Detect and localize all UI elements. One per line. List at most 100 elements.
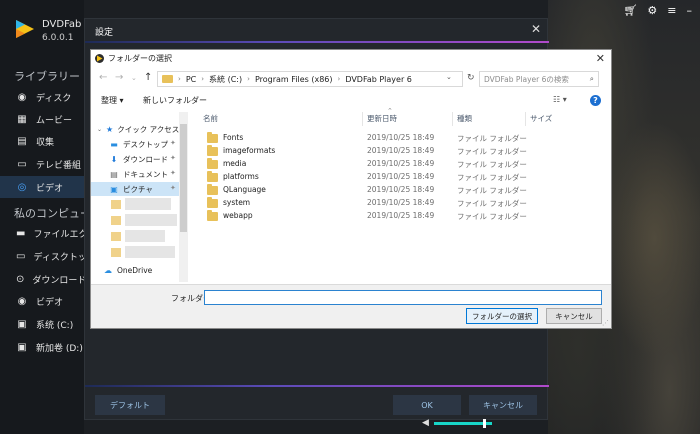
select-folder-button[interactable]: フォルダーの選択 [466,308,538,324]
nav-item-drive-d[interactable]: ▣ 新加卷 (D:) [0,336,84,358]
list-item[interactable]: media 2019/10/25 18:49 ファイル フォルダー [199,158,619,171]
movie-icon: ▦ [17,113,27,125]
document-icon: ▤ [110,169,118,179]
tree-item-onedrive[interactable]: ☁ OneDrive [91,263,179,277]
tree-item-desktop[interactable]: ▬ デスクトップ [91,137,179,151]
list-item[interactable]: webapp 2019/10/25 18:49 ファイル フォルダー [199,210,619,223]
nav-item-video[interactable]: ◎ ビデオ [0,176,84,198]
nav-item-label: 新加卷 (D:) [36,343,83,354]
item-type: ファイル フォルダー [457,212,527,221]
back-arrow-icon[interactable]: ← [99,72,107,83]
tree-item-quick-access[interactable]: ⌄ ★ クイック アクセス [91,122,179,136]
default-button[interactable]: デフォルト [95,395,165,415]
column-size[interactable]: サイズ [530,113,552,124]
volume-handle[interactable] [483,419,486,428]
organize-label: 整理 [101,96,117,105]
redacted-item [125,246,175,258]
nav-item-download[interactable]: ⊙ ダウンロード [0,268,86,290]
address-bar[interactable]: › PC › 系統 (C:) › Program Files (x86) › D… [157,71,463,87]
header-divider [85,41,549,43]
item-type: ファイル フォルダー [457,160,527,169]
nav-item-label: ディスク [36,93,72,104]
nav-item-drive-c[interactable]: ▣ 系统 (C:) [0,313,84,335]
nav-item-file-explorer[interactable]: ▬ ファイルエクスプ [0,222,105,244]
column-divider[interactable] [525,112,526,126]
list-item[interactable]: QLanguage 2019/10/25 18:49 ファイル フォルダー [199,184,619,197]
column-date[interactable]: 更新日時 [367,113,397,124]
volume-icon[interactable]: ◀︎ [422,418,429,428]
folder-icon [111,200,121,209]
ok-button[interactable]: OK [393,395,461,415]
tree-item-label: ピクチャ [123,184,153,194]
cancel-button[interactable]: キャンセル [546,308,602,324]
forward-arrow-icon[interactable]: → [115,72,123,83]
nav-item-tv[interactable]: ▭ テレビ番組 [0,153,84,175]
minimize-icon[interactable]: – [687,4,693,17]
dialog-titlebar: フォルダーの選択 [95,53,172,64]
toolbar: 整理 ▾ 新しいフォルダー ☷ ▾ ? [91,92,611,110]
tree-item-downloads[interactable]: ⬇ ダウンロード [91,152,179,166]
app-icon [95,54,104,63]
list-item[interactable]: system 2019/10/25 18:49 ファイル フォルダー [199,197,619,210]
settings-cancel-button[interactable]: キャンセル [469,395,537,415]
breadcrumb-item[interactable]: DVDFab Player 6 [345,75,412,84]
search-input[interactable]: DVDFab Player 6の検索 ⌕ [479,71,599,87]
organize-button[interactable]: 整理 ▾ [101,95,124,106]
cart-icon[interactable]: 🛒︎ [623,4,637,17]
item-type: ファイル フォルダー [457,147,527,156]
item-date: 2019/10/25 18:49 [367,133,435,142]
resize-grip-icon[interactable]: ⋰ [602,319,609,327]
breadcrumb-item[interactable]: 系統 (C:) [209,74,242,85]
nav-item-desktop[interactable]: ▭ ディスクトップ [0,245,96,267]
refresh-icon[interactable]: ↻ [467,73,475,83]
pictures-icon: ▣ [110,184,118,194]
list-item[interactable]: platforms 2019/10/25 18:49 ファイル フォルダー [199,171,619,184]
nav-item-video-folder[interactable]: ◉ ビデオ [0,290,84,312]
column-type[interactable]: 種類 [457,113,472,124]
nav-item-movie[interactable]: ▦ ムービー [0,108,84,130]
item-date: 2019/10/25 18:49 [367,146,435,155]
search-placeholder: DVDFab Player 6の検索 [484,74,569,84]
nav-item-collection[interactable]: ▤ 収集 [0,130,84,152]
column-divider[interactable] [362,112,363,126]
folder-icon [207,132,218,143]
help-icon[interactable]: ? [590,95,601,106]
desktop-icon: ▭ [16,250,26,262]
new-folder-button[interactable]: 新しいフォルダー [143,95,207,106]
item-type: ファイル フォルダー [457,199,527,208]
menu-icon[interactable]: ≡ [667,4,676,17]
recent-dropdown-icon[interactable]: ⌄ [131,74,137,82]
list-item[interactable]: imageformats 2019/10/25 18:49 ファイル フォルダー [199,145,619,158]
breadcrumb-separator: › [337,75,341,83]
cloud-icon: ☁ [104,265,112,275]
tree-scrollbar[interactable] [179,112,188,282]
close-icon[interactable]: ✕ [531,22,541,36]
folder-icon [162,75,173,83]
address-dropdown-icon[interactable]: ⌄ [446,73,452,81]
folder-icon [207,145,218,156]
column-divider[interactable] [452,112,453,126]
breadcrumb-item[interactable]: Program Files (x86) [255,75,333,84]
dvdfab-logo [14,18,36,40]
tree-item-documents[interactable]: ▤ ドキュメント [91,167,179,181]
item-date: 2019/10/25 18:49 [367,159,435,168]
scrollbar-thumb[interactable] [180,124,187,232]
settings-icon[interactable]: ⚙︎ [647,4,657,17]
breadcrumb-item[interactable]: PC [186,75,196,84]
list-item[interactable]: Fonts 2019/10/25 18:49 ファイル フォルダー [199,132,619,145]
nav-item-disc[interactable]: ◉ ディスク [0,86,84,108]
nav-item-label: ビデオ [36,183,64,194]
collapse-arrow-icon[interactable]: ⌄ [97,125,102,134]
close-icon[interactable]: ✕ [596,52,605,65]
nav-item-label: 系统 (C:) [36,320,74,331]
view-options-icon[interactable]: ☷ ▾ [553,95,567,104]
column-name[interactable]: 名前 [203,113,218,124]
nav-item-label: 収集 [36,137,55,148]
drive-icon: ▣ [17,341,27,353]
up-arrow-icon[interactable]: ↑ [144,72,152,83]
folder-picker-dialog: フォルダーの選択 ✕ ← → ⌄ ↑ › PC › 系統 (C:) › Prog… [90,49,612,329]
folder-icon [207,184,218,195]
folder-input[interactable] [204,290,602,305]
item-name: webapp [223,211,253,220]
tree-item-pictures[interactable]: ▣ ピクチャ [91,182,179,196]
